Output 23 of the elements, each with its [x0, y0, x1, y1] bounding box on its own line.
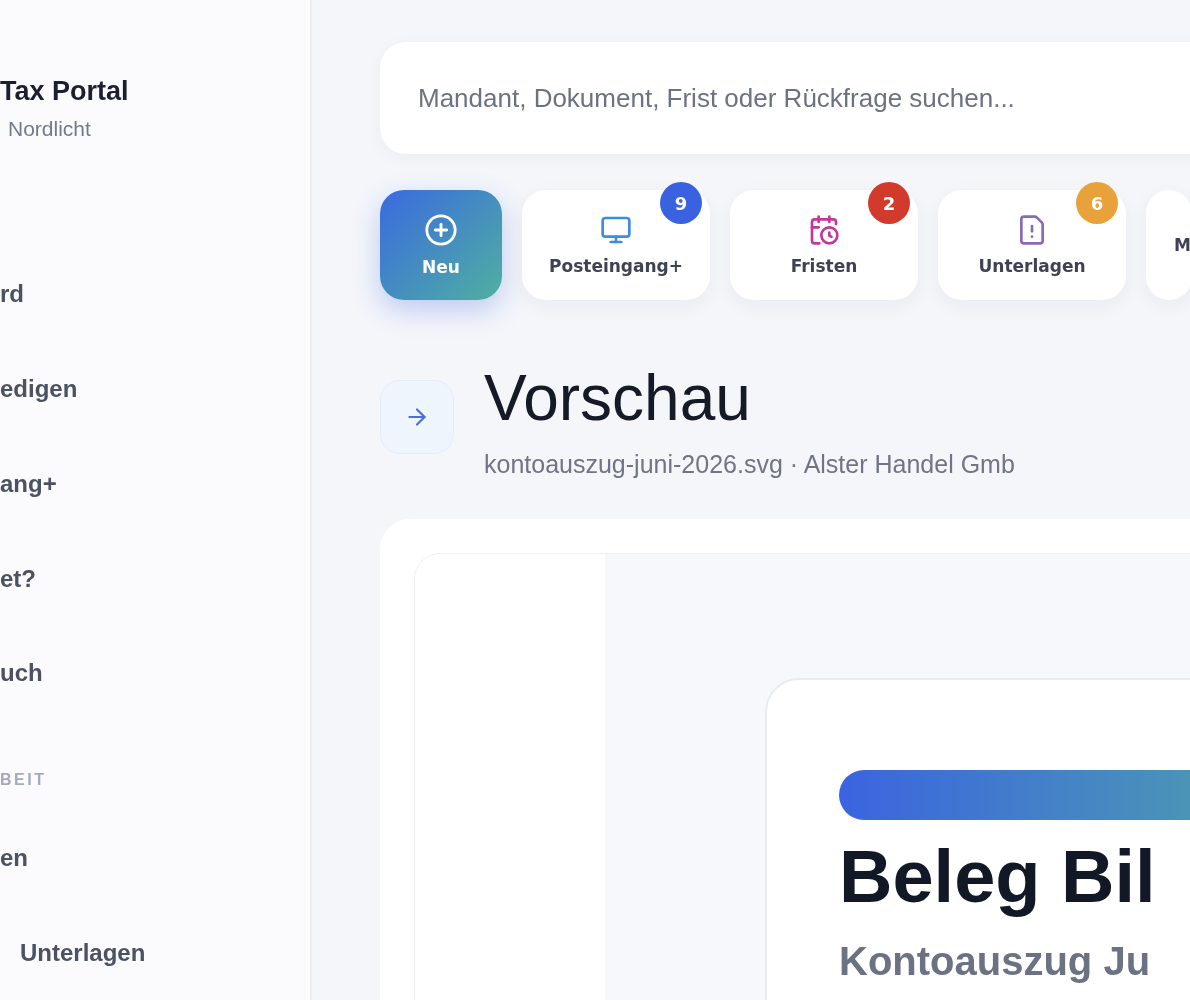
sidebar-item[interactable]: rd: [0, 247, 24, 342]
brand-subtitle: Nordlicht: [8, 117, 91, 141]
sidebar-item[interactable]: en: [0, 810, 28, 906]
arrow-button[interactable]: [380, 380, 454, 454]
document-title: Beleg Bil: [839, 834, 1157, 919]
plus-circle-icon: [424, 213, 458, 247]
monitor-icon: [600, 214, 632, 246]
sidebar-item[interactable]: Unterlagen: [0, 905, 146, 1000]
document-subtitle: Kontoauszug Ju: [839, 939, 1152, 984]
quick-action-tile[interactable]: M: [1146, 190, 1190, 300]
sidebar-item[interactable]: uch: [0, 625, 43, 721]
page-subtitle: kontoauszug-juni-2026.svg · Alster Handel Gmb: [484, 450, 1015, 479]
search-field[interactable]: Mandant, Dokument, Frist oder Rückfrage suchen...: [380, 42, 1190, 154]
sidebar-item[interactable]: et?: [0, 531, 36, 626]
count-badge: 6: [1076, 182, 1118, 224]
brand-title: Tax Portal: [0, 76, 129, 107]
page-title: Vorschau: [484, 361, 752, 436]
sidebar-item[interactable]: ang+: [0, 436, 57, 532]
count-badge: 2: [868, 182, 910, 224]
count-badge: 9: [660, 182, 702, 224]
section-label: BEIT: [0, 770, 47, 789]
calendar-icon: [808, 214, 840, 246]
sidebar-item[interactable]: edigen: [0, 341, 78, 437]
